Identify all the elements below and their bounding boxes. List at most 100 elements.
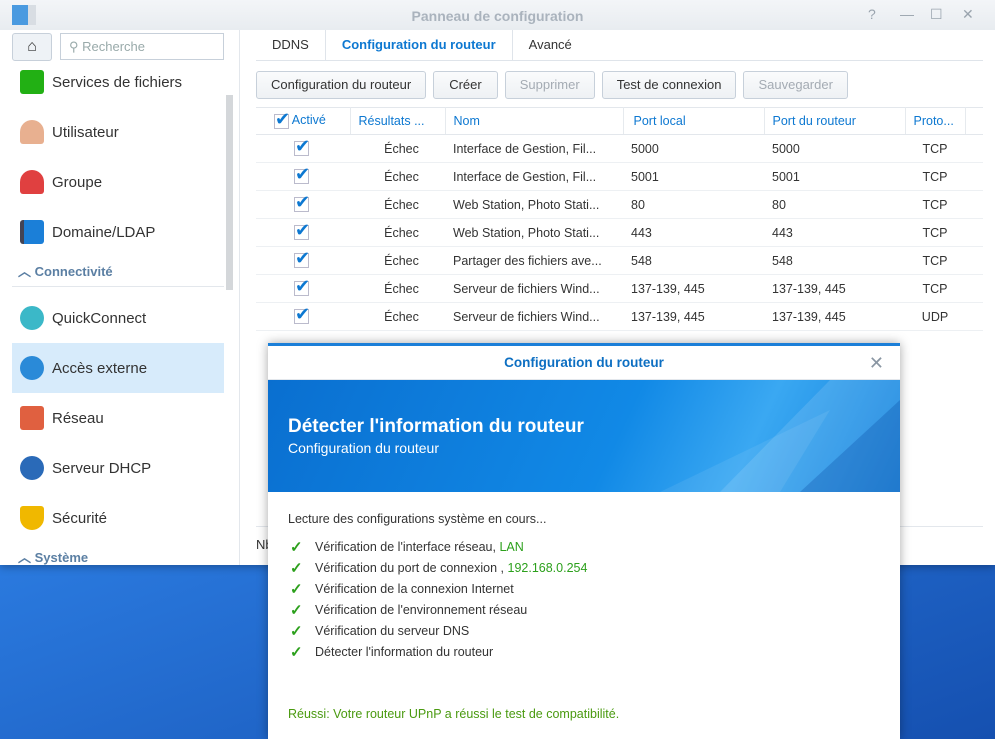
checkmark-icon: ✓ <box>290 622 303 640</box>
enabled-checkbox[interactable] <box>294 276 310 297</box>
router-port-cell: 80 <box>764 190 905 219</box>
name-cell: Web Station, Photo Stati... <box>445 190 623 219</box>
enabled-cell[interactable] <box>256 302 350 331</box>
table-row[interactable]: ÉchecInterface de Gestion, Fil...5000500… <box>256 134 983 163</box>
result-cell: Échec <box>350 162 445 191</box>
tab-advanced[interactable]: Avancé <box>513 30 588 60</box>
table-row[interactable]: ÉchecWeb Station, Photo Stati...8080TCP <box>256 190 983 219</box>
search-icon: ⚲ <box>69 39 83 54</box>
router-port-cell: 137-139, 445 <box>764 274 905 303</box>
header-router-port[interactable]: Port du routeur <box>764 107 906 135</box>
checkmark-icon: ✓ <box>290 601 303 619</box>
enabled-cell[interactable] <box>256 134 350 163</box>
sidebar-item-external-access[interactable]: Accès externe <box>12 343 224 393</box>
section-connectivity[interactable]: ︿ Connectivité <box>12 261 224 287</box>
maximize-button[interactable]: ☐ <box>930 6 943 23</box>
local-port-cell: 548 <box>623 246 764 275</box>
chevron-up-icon: ︿ <box>18 264 35 279</box>
protocol-cell: TCP <box>905 190 965 219</box>
dialog-body: Lecture des configurations système en co… <box>268 492 900 682</box>
save-button[interactable]: Sauvegarder <box>743 71 848 99</box>
dialog-close-button[interactable]: ✕ <box>869 346 884 380</box>
create-button[interactable]: Créer <box>433 71 498 99</box>
enabled-cell[interactable] <box>256 162 350 191</box>
table-row[interactable]: ÉchecInterface de Gestion, Fil...5001500… <box>256 162 983 191</box>
local-port-cell: 137-139, 445 <box>623 302 764 331</box>
toolbar: Configuration du routeur Créer Supprimer… <box>256 71 848 99</box>
table-row[interactable]: ÉchecServeur de fichiers Wind...137-139,… <box>256 274 983 303</box>
local-port-cell: 80 <box>623 190 764 219</box>
result-cell: Échec <box>350 274 445 303</box>
result-cell: Échec <box>350 190 445 219</box>
dhcp-icon <box>20 456 44 480</box>
table-row[interactable]: ÉchecPartager des fichiers ave...548548T… <box>256 246 983 275</box>
header-local-port[interactable]: Port local <box>623 107 765 135</box>
delete-button[interactable]: Supprimer <box>504 71 595 99</box>
enabled-checkbox[interactable] <box>294 164 310 185</box>
router-config-button[interactable]: Configuration du routeur <box>256 71 427 99</box>
globe-icon <box>20 356 44 380</box>
protocol-cell: TCP <box>905 162 965 191</box>
sidebar-item-file-services[interactable]: Services de fichiers <box>12 57 224 107</box>
protocol-cell: TCP <box>905 134 965 163</box>
user-icon <box>20 120 44 144</box>
sidebar-scrollbar[interactable] <box>226 95 233 290</box>
result-cell: Échec <box>350 302 445 331</box>
tab-router-config[interactable]: Configuration du routeur <box>324 30 513 60</box>
banner-subtitle: Configuration du routeur <box>288 440 439 456</box>
local-port-cell: 5001 <box>623 162 764 191</box>
sidebar-item-dhcp-server[interactable]: Serveur DHCP <box>12 443 224 493</box>
enabled-checkbox[interactable] <box>294 220 310 241</box>
enabled-cell[interactable] <box>256 190 350 219</box>
enabled-checkbox[interactable] <box>294 192 310 213</box>
header-protocol[interactable]: Proto... <box>905 107 966 135</box>
checkmark-icon: ✓ <box>290 643 303 661</box>
sidebar-item-network[interactable]: Réseau <box>12 393 224 443</box>
router-port-cell: 5000 <box>764 134 905 163</box>
dialog-banner: Détecter l'information du routeur Config… <box>268 380 900 492</box>
router-port-cell: 443 <box>764 218 905 247</box>
protocol-cell: TCP <box>905 218 965 247</box>
sidebar-item-domain-ldap[interactable]: Domaine/LDAP <box>12 207 224 257</box>
checkmark-icon: ✓ <box>290 559 303 577</box>
router-port-cell: 548 <box>764 246 905 275</box>
enabled-checkbox[interactable] <box>294 248 310 269</box>
window-title: Panneau de configuration <box>411 8 584 24</box>
protocol-cell: UDP <box>905 302 965 331</box>
select-all-checkbox[interactable] <box>274 109 290 130</box>
header-enabled[interactable]: Activé <box>256 107 351 135</box>
cloud-icon <box>20 306 44 330</box>
local-port-cell: 443 <box>623 218 764 247</box>
help-button[interactable]: ? <box>868 6 876 22</box>
check-item: ✓ Vérification du port de connexion , 192… <box>290 559 588 577</box>
sidebar-item-security[interactable]: Sécurité <box>12 493 224 543</box>
close-button[interactable]: ✕ <box>962 6 974 23</box>
enabled-cell[interactable] <box>256 218 350 247</box>
enabled-cell[interactable] <box>256 246 350 275</box>
sidebar: ⌂ ⚲ Recherche Services de fichiers Utili… <box>0 30 240 565</box>
section-system[interactable]: ︿ Système <box>12 547 224 565</box>
tab-bar: DDNS Configuration du routeur Avancé <box>256 30 983 61</box>
test-connection-button[interactable]: Test de connexion <box>601 71 737 99</box>
sidebar-item-quickconnect[interactable]: QuickConnect <box>12 293 224 343</box>
header-results[interactable]: Résultats ... <box>350 107 446 135</box>
table-row[interactable]: ÉchecServeur de fichiers Wind...137-139,… <box>256 302 983 331</box>
minimize-button[interactable]: — <box>900 6 914 22</box>
group-icon <box>20 170 44 194</box>
table-row[interactable]: ÉchecWeb Station, Photo Stati...443443TC… <box>256 218 983 247</box>
sidebar-item-user[interactable]: Utilisateur <box>12 107 224 157</box>
check-item: ✓ Vérification de l'interface réseau, LAN <box>290 538 524 556</box>
local-port-cell: 137-139, 445 <box>623 274 764 303</box>
enabled-cell[interactable] <box>256 274 350 303</box>
header-name[interactable]: Nom <box>445 107 624 135</box>
sidebar-item-group[interactable]: Groupe <box>12 157 224 207</box>
name-cell: Interface de Gestion, Fil... <box>445 134 623 163</box>
tab-ddns[interactable]: DDNS <box>256 30 325 60</box>
network-house-icon <box>20 406 44 430</box>
progress-intro: Lecture des configurations système en co… <box>288 512 547 526</box>
router-port-cell: 137-139, 445 <box>764 302 905 331</box>
search-input[interactable]: ⚲ Recherche <box>60 33 224 60</box>
enabled-checkbox[interactable] <box>294 136 310 157</box>
enabled-checkbox[interactable] <box>294 304 310 325</box>
port-forwarding-table: Activé Résultats ... Nom Port local Port… <box>256 107 983 331</box>
